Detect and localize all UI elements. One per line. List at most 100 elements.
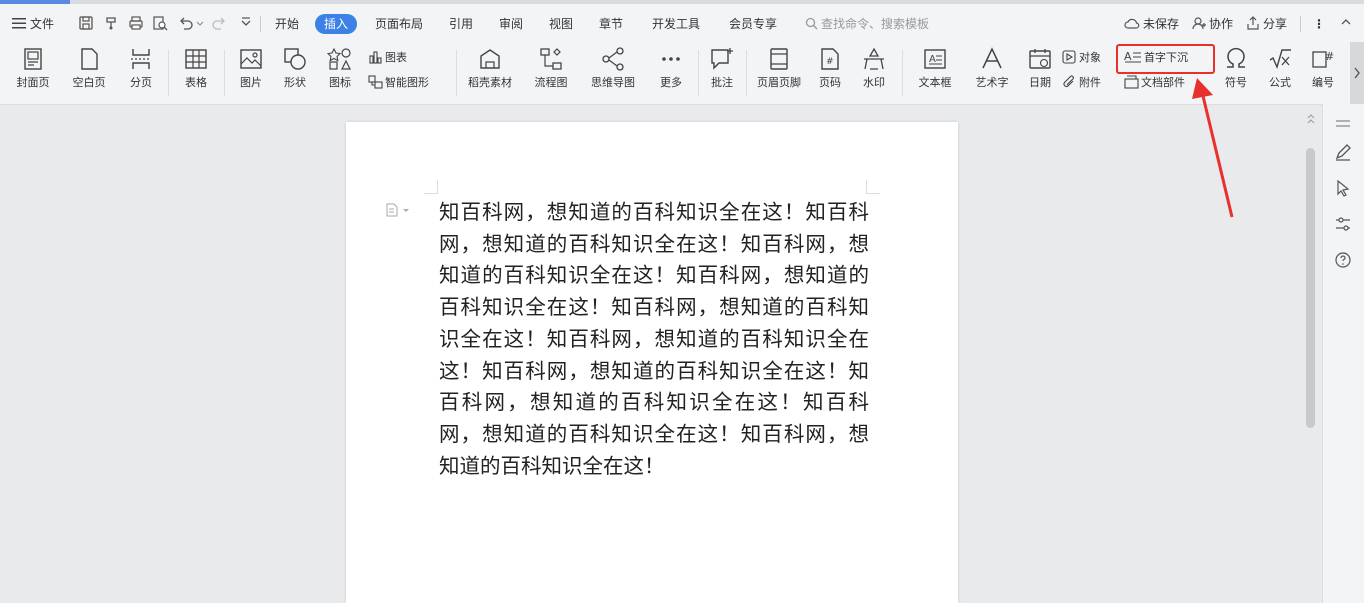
- daoke-material-button[interactable]: 稻壳素材: [462, 46, 518, 90]
- word-art-label: 艺术字: [975, 76, 1009, 89]
- print-preview-icon[interactable]: [152, 15, 168, 31]
- print-icon[interactable]: [128, 15, 144, 31]
- object-button[interactable]: 对象: [1062, 50, 1101, 66]
- flowchart-button[interactable]: 流程图: [526, 46, 576, 90]
- settings-sliders-icon[interactable]: [1333, 214, 1353, 234]
- paperclip-icon: [1063, 75, 1074, 88]
- picture-button[interactable]: 图片: [230, 46, 272, 90]
- numbering-button[interactable]: # 编号: [1304, 46, 1342, 90]
- date-button[interactable]: 日期: [1024, 46, 1056, 90]
- watermark-button[interactable]: 水印: [854, 46, 894, 90]
- object-label: 对象: [1079, 51, 1101, 64]
- cursor-select-icon[interactable]: [1333, 178, 1353, 198]
- object-icon: [1062, 50, 1076, 64]
- paragraph-menu-icon[interactable]: [385, 203, 411, 217]
- blank-page-icon: [81, 48, 98, 70]
- tab-page-layout[interactable]: 页面布局: [375, 14, 423, 34]
- picture-label: 图片: [240, 76, 262, 89]
- cover-page-button[interactable]: 封面页: [8, 46, 58, 90]
- file-menu[interactable]: 文件: [12, 15, 54, 33]
- panel-collapse-icon[interactable]: [1333, 114, 1353, 134]
- shape-label: 形状: [284, 76, 306, 89]
- mindmap-icon: [602, 47, 624, 71]
- attachment-button[interactable]: 附件: [1062, 75, 1101, 91]
- more-button[interactable]: 更多: [650, 46, 692, 90]
- more-options-icon[interactable]: ⋮: [1313, 15, 1325, 33]
- undo-dropdown-icon[interactable]: [196, 15, 204, 31]
- symbol-button[interactable]: 符号: [1216, 46, 1256, 90]
- save-icon[interactable]: [78, 15, 94, 31]
- material-icon: [480, 49, 500, 69]
- tab-section[interactable]: 章节: [599, 14, 623, 34]
- blank-page-button[interactable]: 空白页: [64, 46, 114, 90]
- header-footer-icon: [770, 48, 788, 70]
- flowchart-label: 流程图: [534, 76, 568, 89]
- omega-icon: [1227, 47, 1245, 68]
- doc-parts-button[interactable]: 文档部件: [1124, 75, 1185, 91]
- tab-home[interactable]: 开始: [275, 14, 299, 34]
- formula-icon: [1269, 49, 1291, 70]
- page-number-label: 页码: [819, 76, 841, 89]
- cover-page-label: 封面页: [16, 76, 50, 89]
- tab-view[interactable]: 视图: [549, 14, 573, 34]
- collaborate-icon: [1192, 17, 1206, 30]
- chart-label: 图表: [385, 51, 407, 64]
- blank-page-label: 空白页: [72, 76, 106, 89]
- collapse-ribbon-icon[interactable]: [1340, 15, 1352, 33]
- page-break-button[interactable]: 分页: [120, 46, 162, 90]
- text-box-button[interactable]: A 文本框: [910, 46, 960, 90]
- ribbon-scroll-right[interactable]: [1350, 42, 1364, 104]
- search-icon: [805, 17, 818, 30]
- table-button[interactable]: 表格: [174, 46, 218, 90]
- ribbon-divider: [224, 50, 225, 96]
- undo-icon[interactable]: [178, 15, 194, 31]
- menu-bar: 文件 开始 插入 页面布局 引用 审阅 视图 章节 开发工具 会员专享 查找命令…: [0, 4, 1364, 42]
- share-label: 分享: [1263, 17, 1288, 31]
- header-footer-button[interactable]: 页眉页脚: [752, 46, 806, 90]
- more-dots-icon: [662, 57, 680, 61]
- scroll-up-icon[interactable]: [1306, 112, 1316, 132]
- tab-member[interactable]: 会员专享: [729, 14, 777, 34]
- svg-text:#: #: [826, 57, 834, 67]
- comment-label: 批注: [711, 76, 733, 89]
- numbering-icon: #: [1312, 50, 1334, 68]
- file-menu-label: 文件: [30, 17, 55, 31]
- doc-parts-icon: [1124, 75, 1139, 89]
- comment-button[interactable]: 批注: [704, 46, 740, 90]
- attachment-label: 附件: [1079, 76, 1101, 89]
- page-number-icon: #: [821, 48, 839, 70]
- document-body-text[interactable]: 知百科网，想知道的百科知识全在这！知百科网，想知道的百科知识全在这！知百科网，想…: [439, 197, 869, 482]
- smart-art-button[interactable]: 智能图形: [368, 75, 429, 91]
- unsaved-status[interactable]: 未保存: [1124, 15, 1179, 33]
- ribbon-divider: [698, 50, 699, 96]
- pen-icon[interactable]: [1333, 142, 1353, 162]
- margin-corner-top-right: [866, 180, 880, 194]
- formula-button[interactable]: 公式: [1260, 46, 1300, 90]
- command-search[interactable]: 查找命令、搜索模板: [805, 15, 929, 33]
- collaborate-button[interactable]: 协作: [1192, 15, 1233, 33]
- tab-developer[interactable]: 开发工具: [652, 14, 700, 34]
- chart-button[interactable]: 图表: [368, 50, 407, 66]
- customize-toolbar-icon[interactable]: [238, 15, 254, 31]
- tab-insert[interactable]: 插入: [315, 14, 358, 34]
- margin-corner-top-left: [424, 180, 438, 194]
- page-number-button[interactable]: # 页码: [810, 46, 850, 90]
- cover-page-icon: [24, 48, 42, 70]
- icon-library-icon: [327, 47, 351, 70]
- tab-references[interactable]: 引用: [449, 14, 473, 34]
- menu-divider: [1300, 16, 1301, 32]
- tab-review[interactable]: 审阅: [499, 14, 523, 34]
- drop-cap-highlight-box: [1116, 44, 1215, 74]
- help-icon[interactable]: [1333, 250, 1353, 270]
- shape-button[interactable]: 形状: [274, 46, 316, 90]
- share-button[interactable]: 分享: [1246, 15, 1287, 33]
- scrollbar-thumb[interactable]: [1306, 148, 1315, 428]
- right-tool-panel: [1322, 104, 1364, 603]
- icon-button[interactable]: 图标: [318, 46, 362, 90]
- mindmap-button[interactable]: 思维导图: [582, 46, 644, 90]
- picture-icon: [240, 49, 262, 69]
- redo-icon[interactable]: [211, 15, 227, 31]
- format-painter-icon[interactable]: [104, 15, 120, 31]
- unsaved-label: 未保存: [1143, 17, 1180, 31]
- word-art-button[interactable]: 艺术字: [966, 46, 1018, 90]
